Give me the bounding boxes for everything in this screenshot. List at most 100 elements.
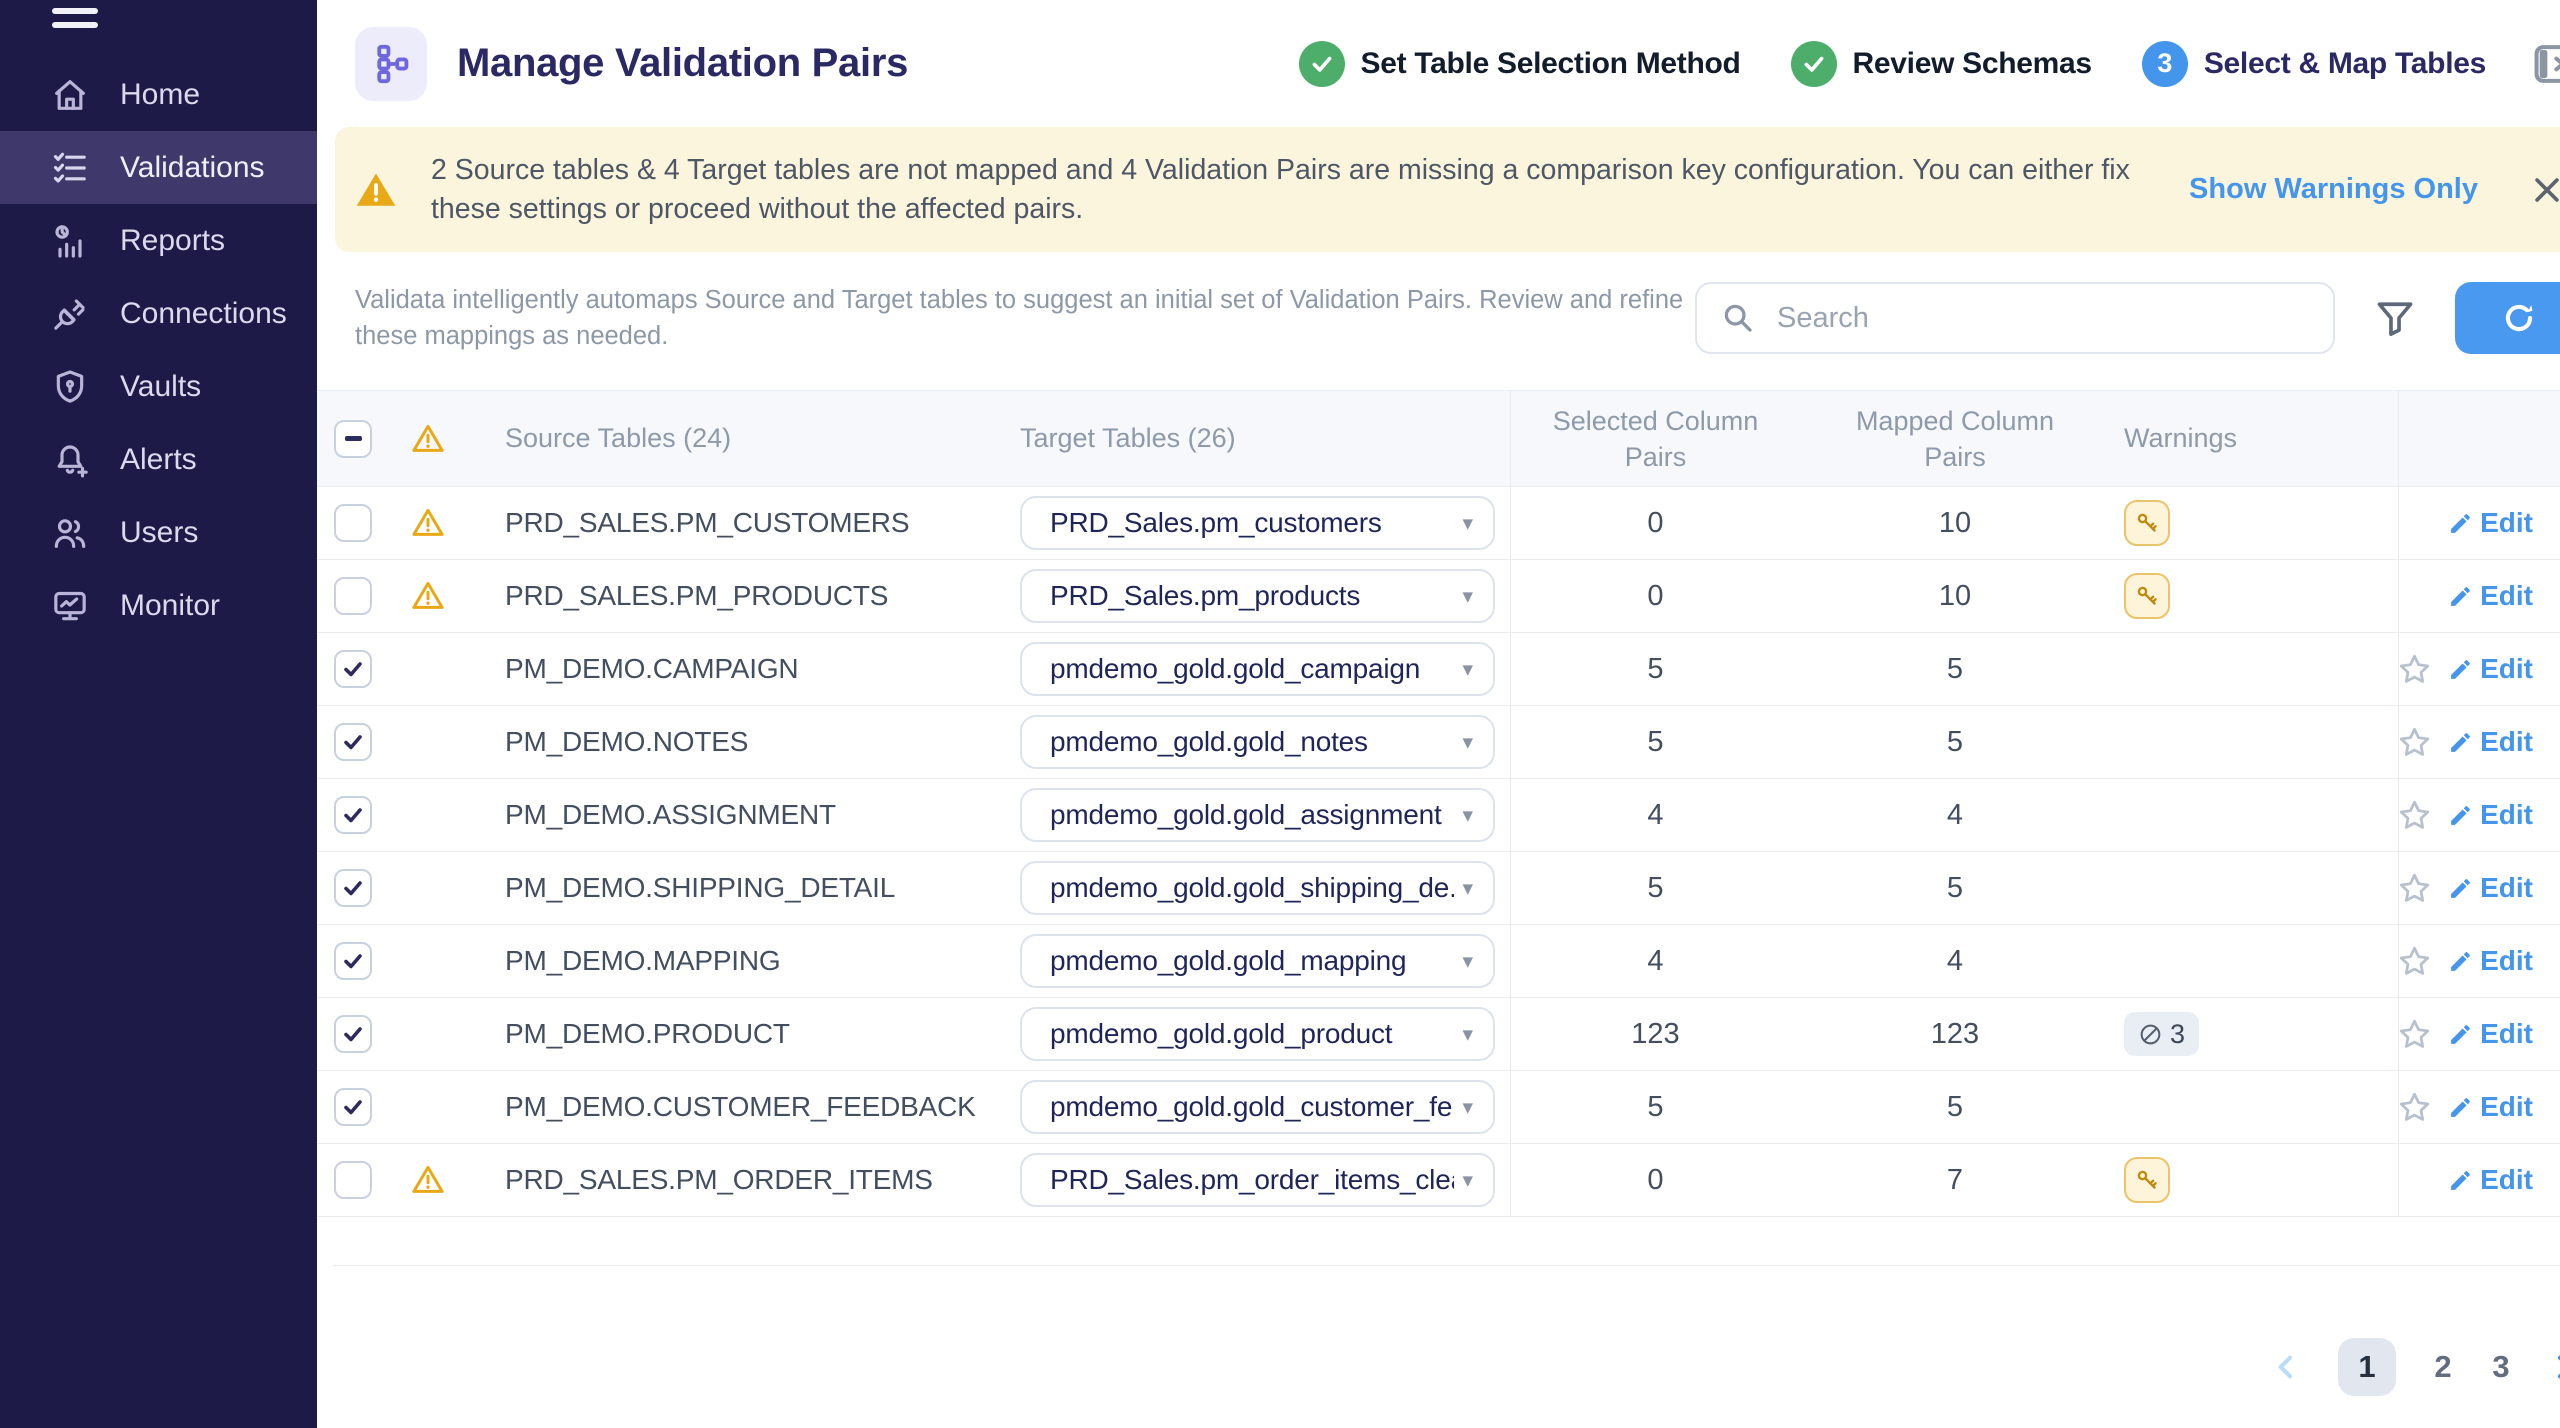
target-table-dropdown[interactable]: pmdemo_gold.gold_campaign ▾ xyxy=(1020,642,1495,696)
selected-pairs-value: 0 xyxy=(1510,487,1800,559)
edit-button[interactable]: Edit xyxy=(2448,1018,2533,1050)
star-icon[interactable] xyxy=(2397,652,2432,687)
sidebar-item-validations[interactable]: Validations xyxy=(0,131,317,204)
pencil-icon xyxy=(2448,1168,2473,1193)
sidebar-item-home[interactable]: Home xyxy=(0,58,317,131)
panel-toggle-icon[interactable] xyxy=(2528,37,2560,91)
source-table-name: PM_DEMO.NOTES xyxy=(505,726,748,758)
source-table-name: PRD_SALES.PM_ORDER_ITEMS xyxy=(505,1164,933,1196)
star-icon[interactable] xyxy=(2397,725,2432,760)
edit-button[interactable]: Edit xyxy=(2448,653,2533,685)
row-checkbox[interactable] xyxy=(334,723,372,761)
page-button-2[interactable]: 2 xyxy=(2432,1349,2454,1385)
sidebar-item-label: Monitor xyxy=(120,589,220,623)
edit-button[interactable]: Edit xyxy=(2448,1164,2533,1196)
row-checkbox[interactable] xyxy=(334,942,372,980)
edit-label: Edit xyxy=(2480,653,2533,685)
step-review-schemas[interactable]: Review Schemas xyxy=(1791,41,2092,87)
chevron-right-icon[interactable] xyxy=(2548,1351,2560,1383)
table-body: PRD_SALES.PM_CUSTOMERS PRD_Sales.pm_cust… xyxy=(317,487,2560,1217)
table-row: PM_DEMO.NOTES pmdemo_gold.gold_notes ▾ 5… xyxy=(317,706,2560,779)
edit-button[interactable]: Edit xyxy=(2448,872,2533,904)
chevron-left-icon[interactable] xyxy=(2270,1351,2302,1383)
row-checkbox[interactable] xyxy=(334,650,372,688)
star-icon[interactable] xyxy=(2397,1090,2432,1125)
edit-button[interactable]: Edit xyxy=(2448,1091,2533,1123)
target-table-value: pmdemo_gold.gold_campaign xyxy=(1050,653,1454,685)
edit-button[interactable]: Edit xyxy=(2448,945,2533,977)
table-row: PRD_SALES.PM_ORDER_ITEMS PRD_Sales.pm_or… xyxy=(317,1144,2560,1217)
pencil-icon xyxy=(2448,1022,2473,1047)
page-button-1[interactable]: 1 xyxy=(2338,1338,2396,1396)
selected-pairs-value: 5 xyxy=(1510,1071,1800,1143)
target-table-dropdown[interactable]: pmdemo_gold.gold_assignment ▾ xyxy=(1020,788,1495,842)
select-all-checkbox[interactable] xyxy=(334,420,372,458)
row-checkbox[interactable] xyxy=(334,796,372,834)
pencil-icon xyxy=(2448,1095,2473,1120)
show-warnings-only-link[interactable]: Show Warnings Only xyxy=(2189,173,2478,206)
mapped-pairs-value: 5 xyxy=(1800,706,2110,778)
sidebar-item-connections[interactable]: Connections xyxy=(0,277,317,350)
page-button-3[interactable]: 3 xyxy=(2490,1349,2512,1385)
step-select-and-map-tables[interactable]: 3 Select & Map Tables xyxy=(2142,41,2486,87)
sidebar-item-reports[interactable]: Reports xyxy=(0,204,317,277)
pencil-icon xyxy=(2448,949,2473,974)
validation-pairs-table: Source Tables (24) Target Tables (26) Se… xyxy=(317,390,2560,1217)
edit-button[interactable]: Edit xyxy=(2448,726,2533,758)
close-icon[interactable] xyxy=(2530,173,2560,207)
search-input[interactable] xyxy=(1777,302,2309,335)
row-checkbox[interactable] xyxy=(334,1161,372,1199)
selected-pairs-value: 5 xyxy=(1510,852,1800,924)
table-row: PM_DEMO.CAMPAIGN pmdemo_gold.gold_campai… xyxy=(317,633,2560,706)
source-table-name: PM_DEMO.CAMPAIGN xyxy=(505,653,798,685)
missing-key-badge xyxy=(2124,573,2170,619)
row-checkbox[interactable] xyxy=(334,869,372,907)
star-icon[interactable] xyxy=(2397,944,2432,979)
target-table-dropdown[interactable]: pmdemo_gold.gold_product ▾ xyxy=(1020,1007,1495,1061)
star-icon[interactable] xyxy=(2397,871,2432,906)
search-icon xyxy=(1721,301,1755,335)
row-checkbox[interactable] xyxy=(334,504,372,542)
row-checkbox[interactable] xyxy=(334,1015,372,1053)
row-checkbox[interactable] xyxy=(334,577,372,615)
hamburger-menu-icon[interactable] xyxy=(52,0,98,36)
sidebar-item-alerts[interactable]: Alerts xyxy=(0,423,317,496)
warning-icon xyxy=(355,169,397,211)
chevron-down-icon: ▾ xyxy=(1462,949,1473,974)
refresh-button[interactable] xyxy=(2455,282,2560,354)
sidebar-item-label: Home xyxy=(120,78,200,112)
step-complete-icon xyxy=(1299,41,1345,87)
sidebar-item-monitor[interactable]: Monitor xyxy=(0,569,317,642)
table-row: PRD_SALES.PM_CUSTOMERS PRD_Sales.pm_cust… xyxy=(317,487,2560,560)
target-table-dropdown[interactable]: pmdemo_gold.gold_mapping ▾ xyxy=(1020,934,1495,988)
target-table-dropdown[interactable]: pmdemo_gold.gold_customer_fe ▾ xyxy=(1020,1080,1495,1134)
pencil-icon xyxy=(2448,657,2473,682)
star-icon[interactable] xyxy=(2397,1017,2432,1052)
slash-circle-icon xyxy=(2138,1022,2163,1047)
filter-icon[interactable] xyxy=(2373,296,2417,340)
target-table-dropdown[interactable]: PRD_Sales.pm_products ▾ xyxy=(1020,569,1495,623)
edit-button[interactable]: Edit xyxy=(2448,799,2533,831)
sidebar-item-users[interactable]: Users xyxy=(0,496,317,569)
target-table-value: pmdemo_gold.gold_product xyxy=(1050,1018,1454,1050)
source-table-name: PM_DEMO.MAPPING xyxy=(505,945,780,977)
target-table-dropdown[interactable]: PRD_Sales.pm_customers ▾ xyxy=(1020,496,1495,550)
star-icon[interactable] xyxy=(2397,798,2432,833)
sidebar-item-label: Vaults xyxy=(120,370,201,404)
sidebar-item-vaults[interactable]: Vaults xyxy=(0,350,317,423)
sidebar-item-label: Validations xyxy=(120,151,265,185)
source-table-name: PRD_SALES.PM_PRODUCTS xyxy=(505,580,888,612)
target-table-dropdown[interactable]: PRD_Sales.pm_order_items_clea. ▾ xyxy=(1020,1153,1495,1207)
edit-button[interactable]: Edit xyxy=(2448,580,2533,612)
edit-label: Edit xyxy=(2480,1018,2533,1050)
target-table-dropdown[interactable]: pmdemo_gold.gold_notes ▾ xyxy=(1020,715,1495,769)
row-warning-icon xyxy=(410,578,446,614)
target-table-dropdown[interactable]: pmdemo_gold.gold_shipping_de. ▾ xyxy=(1020,861,1495,915)
source-table-name: PM_DEMO.PRODUCT xyxy=(505,1018,790,1050)
row-checkbox[interactable] xyxy=(334,1088,372,1126)
main-content: Manage Validation Pairs Set Table Select… xyxy=(317,0,2560,1428)
chevron-down-icon: ▾ xyxy=(1462,511,1473,536)
target-table-value: pmdemo_gold.gold_customer_fe xyxy=(1050,1091,1454,1123)
edit-button[interactable]: Edit xyxy=(2448,507,2533,539)
step-set-table-selection-method[interactable]: Set Table Selection Method xyxy=(1299,41,1741,87)
